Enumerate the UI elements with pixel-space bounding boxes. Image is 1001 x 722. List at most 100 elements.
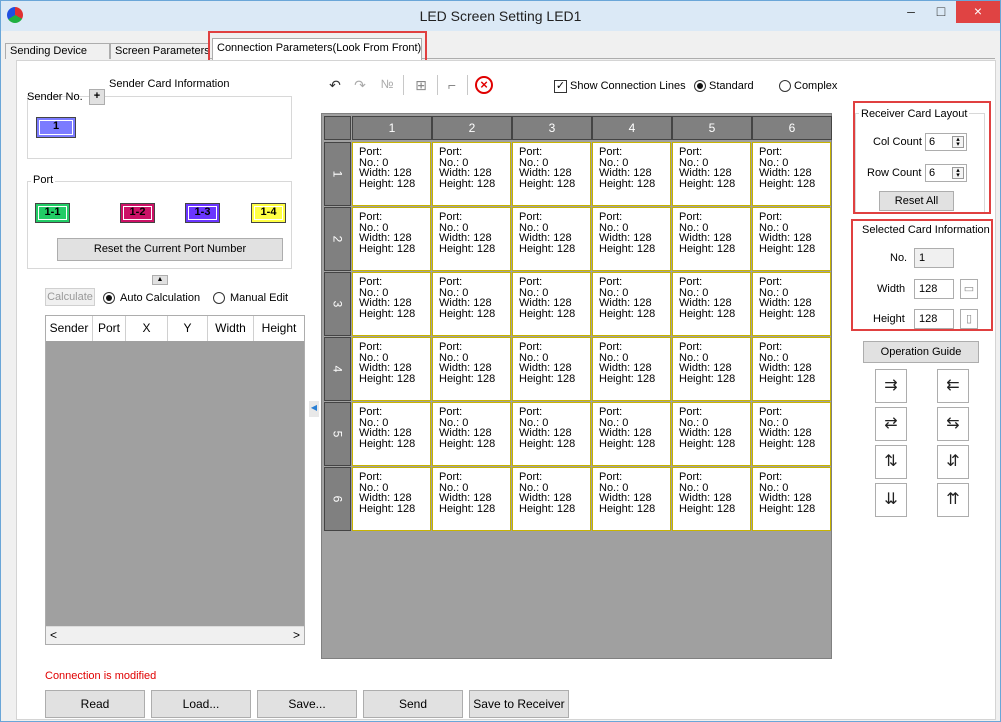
receiver-card-cell[interactable]: Port: No.: 0 Width: 128 Height: 128 xyxy=(592,207,671,271)
clear-icon[interactable]: × xyxy=(475,76,493,94)
side-arrow-icon[interactable]: ◀ xyxy=(309,401,319,417)
receiver-card-cell[interactable]: Port: No.: 0 Width: 128 Height: 128 xyxy=(752,467,831,531)
card-width-input[interactable]: 128 xyxy=(914,279,954,299)
grid-column-header[interactable]: 3 xyxy=(512,116,592,140)
receiver-card-cell[interactable]: Port: No.: 0 Width: 128 Height: 128 xyxy=(512,337,591,401)
col-header-height[interactable]: Height xyxy=(254,316,304,341)
grid-row-header[interactable]: 3 xyxy=(324,272,351,336)
receiver-card-cell[interactable]: Port: No.: 0 Width: 128 Height: 128 xyxy=(752,402,831,466)
path-left-zigzag-icon[interactable]: ⇆ xyxy=(937,407,969,441)
path-right-zigzag-icon[interactable]: ⇄ xyxy=(875,407,907,441)
show-lines-checkbox[interactable]: ✓ xyxy=(554,80,567,93)
receiver-card-cell[interactable]: Port: No.: 0 Width: 128 Height: 128 xyxy=(672,142,751,206)
reset-all-button[interactable]: Reset All xyxy=(879,191,954,211)
manual-edit-radio[interactable] xyxy=(213,292,225,304)
grid-row-header[interactable]: 2 xyxy=(324,207,351,271)
receiver-card-cell[interactable]: Port: No.: 0 Width: 128 Height: 128 xyxy=(592,467,671,531)
receiver-card-cell[interactable]: Port: No.: 0 Width: 128 Height: 128 xyxy=(752,142,831,206)
grid-icon[interactable]: ⊞ xyxy=(411,77,431,94)
tab-connection-parameters[interactable]: Connection Parameters(Look From Front) xyxy=(212,38,422,60)
path-down-up-icon[interactable]: ⇵ xyxy=(937,445,969,479)
receiver-card-cell[interactable]: Port: No.: 0 Width: 128 Height: 128 xyxy=(352,402,431,466)
receiver-card-cell[interactable]: Port: No.: 0 Width: 128 Height: 128 xyxy=(352,207,431,271)
receiver-card-cell[interactable]: Port: No.: 0 Width: 128 Height: 128 xyxy=(432,207,511,271)
maximize-button[interactable]: □ xyxy=(926,1,956,23)
grid-column-header[interactable]: 4 xyxy=(592,116,672,140)
standard-radio[interactable] xyxy=(694,80,706,92)
undo-icon[interactable]: ↶ xyxy=(325,77,345,94)
height-split-icon[interactable]: ▯ xyxy=(960,309,978,329)
receiver-card-cell[interactable]: Port: No.: 0 Width: 128 Height: 128 xyxy=(752,337,831,401)
save-to-receiver-button[interactable]: Save to Receiver xyxy=(469,690,569,718)
save-button[interactable]: Save... xyxy=(257,690,357,718)
scroll-left-icon[interactable]: < xyxy=(50,628,57,642)
sender-chip[interactable]: 1 xyxy=(36,117,76,138)
receiver-card-cell[interactable]: Port: No.: 0 Width: 128 Height: 128 xyxy=(512,272,591,336)
table-horizontal-scrollbar[interactable]: < > xyxy=(46,626,304,644)
receiver-card-cell[interactable]: Port: No.: 0 Width: 128 Height: 128 xyxy=(432,467,511,531)
width-split-icon[interactable]: ▭ xyxy=(960,279,978,299)
receiver-card-cell[interactable]: Port: No.: 0 Width: 128 Height: 128 xyxy=(672,207,751,271)
row-count-stepper[interactable]: 6 ▴ ▾ xyxy=(925,164,967,182)
receiver-card-cell[interactable]: Port: No.: 0 Width: 128 Height: 128 xyxy=(352,467,431,531)
grid-row-header[interactable]: 1 xyxy=(324,142,351,206)
receiver-card-cell[interactable]: Port: No.: 0 Width: 128 Height: 128 xyxy=(512,402,591,466)
path-left-then-right-icon[interactable]: ⇇ xyxy=(937,369,969,403)
grid-column-header[interactable]: 5 xyxy=(672,116,752,140)
receiver-card-cell[interactable]: Port: No.: 0 Width: 128 Height: 128 xyxy=(592,272,671,336)
complex-radio[interactable] xyxy=(779,80,791,92)
connection-grid[interactable]: 1 2 3 4 5 6 1 Port: No.: 0 Width: 128 Height: 128 P… xyxy=(321,113,832,659)
receiver-card-cell[interactable]: Port: No.: 0 Width: 128 Height: 128 xyxy=(352,272,431,336)
receiver-card-cell[interactable]: Port: No.: 0 Width: 128 Height: 128 xyxy=(432,402,511,466)
port-chip-1-3[interactable]: 1-3 xyxy=(185,203,220,223)
grid-row-header[interactable]: 6 xyxy=(324,467,351,531)
receiver-card-cell[interactable]: Port: No.: 0 Width: 128 Height: 128 xyxy=(592,337,671,401)
receiver-card-cell[interactable]: Port: No.: 0 Width: 128 Height: 128 xyxy=(432,272,511,336)
receiver-card-cell[interactable]: Port: No.: 0 Width: 128 Height: 128 xyxy=(672,272,751,336)
port-chip-1-4[interactable]: 1-4 xyxy=(251,203,286,223)
receiver-card-cell[interactable]: Port: No.: 0 Width: 128 Height: 128 xyxy=(512,467,591,531)
close-button[interactable]: × xyxy=(956,1,1000,23)
send-button[interactable]: Send xyxy=(363,690,463,718)
receiver-card-cell[interactable]: Port: No.: 0 Width: 128 Height: 128 xyxy=(432,142,511,206)
col-header-sender[interactable]: Sender xyxy=(46,316,93,341)
receiver-card-cell[interactable]: Port: No.: 0 Width: 128 Height: 128 xyxy=(352,337,431,401)
reset-port-number-button[interactable]: Reset the Current Port Number xyxy=(57,238,283,261)
col-count-stepper[interactable]: 6 ▴ ▾ xyxy=(925,133,967,151)
collapse-icon[interactable]: ▲ xyxy=(152,275,168,285)
col-header-y[interactable]: Y xyxy=(168,316,208,341)
col-header-port[interactable]: Port xyxy=(93,316,126,341)
receiver-card-cell[interactable]: Port: No.: 0 Width: 128 Height: 128 xyxy=(672,467,751,531)
stepper-arrows-icon[interactable]: ▴ ▾ xyxy=(952,136,964,148)
corner-path-icon[interactable]: ⌐ xyxy=(442,77,462,93)
card-height-input[interactable]: 128 xyxy=(914,309,954,329)
receiver-card-cell[interactable]: Port: No.: 0 Width: 128 Height: 128 xyxy=(672,402,751,466)
scroll-right-icon[interactable]: > xyxy=(293,628,300,642)
receiver-card-cell[interactable]: Port: No.: 0 Width: 128 Height: 128 xyxy=(512,142,591,206)
path-up-down-icon[interactable]: ⇅ xyxy=(875,445,907,479)
operation-guide-button[interactable]: Operation Guide xyxy=(863,341,979,363)
stepper-arrows-icon[interactable]: ▴ ▾ xyxy=(952,167,964,179)
minimize-button[interactable]: – xyxy=(896,1,926,23)
col-header-width[interactable]: Width xyxy=(208,316,254,341)
sender-port-table[interactable]: Sender Port X Y Width Height < > xyxy=(45,315,305,645)
path-down-zigzag-icon[interactable]: ⇊ xyxy=(875,483,907,517)
path-right-then-left-icon[interactable]: ⇉ xyxy=(875,369,907,403)
read-button[interactable]: Read xyxy=(45,690,145,718)
receiver-card-cell[interactable]: Port: No.: 0 Width: 128 Height: 128 xyxy=(592,142,671,206)
receiver-card-cell[interactable]: Port: No.: 0 Width: 128 Height: 128 xyxy=(432,337,511,401)
grid-column-header[interactable]: 6 xyxy=(752,116,832,140)
receiver-card-cell[interactable]: Port: No.: 0 Width: 128 Height: 128 xyxy=(512,207,591,271)
tab-sending-device[interactable]: Sending Device xyxy=(5,43,110,59)
grid-row-header[interactable]: 4 xyxy=(324,337,351,401)
grid-column-header[interactable]: 1 xyxy=(352,116,432,140)
numbering-icon[interactable]: № xyxy=(374,77,400,91)
redo-icon[interactable]: ↷ xyxy=(350,77,370,94)
grid-row-header[interactable]: 5 xyxy=(324,402,351,466)
col-header-x[interactable]: X xyxy=(126,316,168,341)
port-chip-1-2[interactable]: 1-2 xyxy=(120,203,155,223)
receiver-card-cell[interactable]: Port: No.: 0 Width: 128 Height: 128 xyxy=(352,142,431,206)
grid-column-header[interactable]: 2 xyxy=(432,116,512,140)
receiver-card-cell[interactable]: Port: No.: 0 Width: 128 Height: 128 xyxy=(672,337,751,401)
auto-calculation-radio[interactable] xyxy=(103,292,115,304)
